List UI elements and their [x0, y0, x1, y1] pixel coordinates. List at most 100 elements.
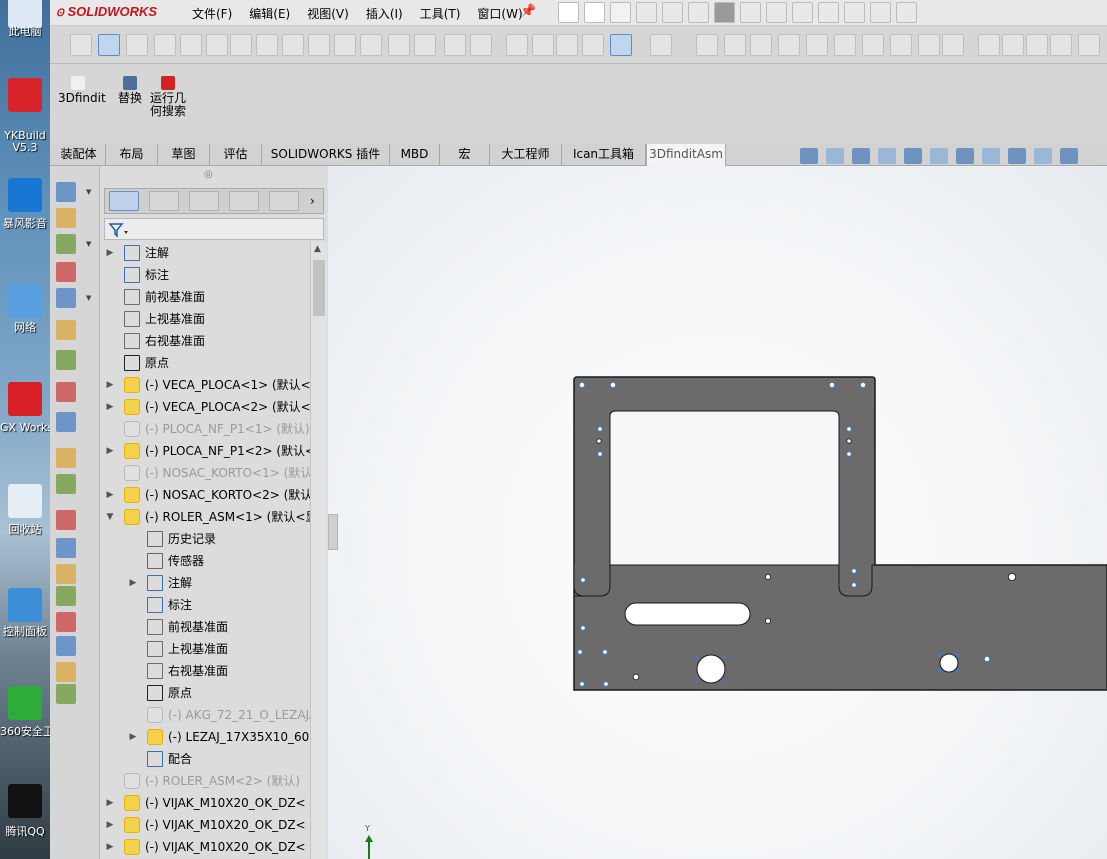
tab-2[interactable]: 布局: [106, 144, 158, 166]
hole[interactable]: [603, 681, 609, 687]
gear-icon[interactable]: [582, 34, 604, 56]
edit-icon[interactable]: [870, 2, 891, 23]
apply-scene-icon[interactable]: [1034, 148, 1052, 164]
hole[interactable]: [597, 426, 603, 432]
hole[interactable]: [851, 582, 857, 588]
command-icon[interactable]: [56, 474, 76, 494]
command-icon[interactable]: [56, 288, 76, 308]
menu-item[interactable]: 窗口(W): [477, 5, 522, 22]
smart-dimension-icon[interactable]: [98, 34, 120, 56]
hole[interactable]: [764, 573, 771, 580]
print-icon[interactable]: [662, 2, 683, 23]
hole[interactable]: [764, 617, 771, 624]
hole[interactable]: [632, 673, 640, 681]
command-icon[interactable]: [56, 262, 76, 282]
chevron-right-icon[interactable]: ▶: [105, 484, 115, 506]
command-icon[interactable]: [56, 662, 76, 682]
desktop-icon[interactable]: 此电脑: [0, 0, 50, 38]
hole[interactable]: [579, 681, 585, 687]
chevron-right-icon[interactable]: ▶: [105, 396, 115, 418]
hole[interactable]: [609, 381, 616, 388]
measure-icon[interactable]: [126, 34, 148, 56]
command-icon[interactable]: [56, 350, 76, 370]
command-icon[interactable]: [56, 510, 76, 530]
undo-icon[interactable]: [688, 2, 709, 23]
chevron-right-icon[interactable]: ▶: [128, 726, 138, 748]
box-icon[interactable]: [778, 34, 800, 56]
hole[interactable]: [846, 438, 852, 444]
section-view-icon[interactable]: [878, 148, 896, 164]
hole[interactable]: [580, 625, 586, 631]
command-icon[interactable]: [56, 564, 76, 584]
excel-icon[interactable]: [444, 34, 466, 56]
stop-icon[interactable]: [844, 2, 865, 23]
rebuild-all-icon[interactable]: [896, 2, 917, 23]
hole[interactable]: [597, 451, 603, 457]
tab-9[interactable]: Ican工具箱: [562, 144, 646, 166]
tools-icon[interactable]: [308, 34, 330, 56]
pen-icon[interactable]: [918, 34, 940, 56]
dynamic-annotation-icon[interactable]: [904, 148, 922, 164]
solidworks-logo[interactable]: Ꙩ SOLIDWORKS: [56, 4, 157, 19]
hole-large-2[interactable]: [939, 653, 959, 673]
panel-grip-icon[interactable]: ◎: [204, 169, 213, 180]
ribbon-button[interactable]: 替换: [110, 76, 150, 105]
chevron-right-icon[interactable]: ▶: [105, 836, 115, 858]
menu-item[interactable]: 编辑(E): [249, 5, 290, 22]
hide-show-icon[interactable]: [982, 148, 1000, 164]
hole[interactable]: [846, 426, 852, 432]
chevron-right-icon[interactable]: ▶: [105, 374, 115, 396]
tab-5[interactable]: SOLIDWORKS 插件: [262, 144, 390, 166]
property-manager-tab-icon[interactable]: [149, 191, 179, 211]
command-icon[interactable]: [56, 182, 76, 202]
hole[interactable]: [1008, 572, 1017, 581]
home-icon[interactable]: [558, 2, 579, 23]
select-icon[interactable]: [714, 2, 735, 23]
box-icon[interactable]: [724, 34, 746, 56]
tab-4[interactable]: 评估: [210, 144, 262, 166]
traffic-light-icon[interactable]: [740, 2, 761, 23]
tab-3[interactable]: 草图: [158, 144, 210, 166]
hole[interactable]: [846, 451, 852, 457]
desktop-icon[interactable]: 360安全卫: [0, 686, 50, 738]
panel-splitter[interactable]: [328, 514, 338, 550]
verify-icon[interactable]: [532, 34, 554, 56]
menu-item[interactable]: 插入(I): [366, 5, 403, 22]
view-orient-icon[interactable]: [610, 34, 632, 56]
dropdown-arrow-icon[interactable]: ▼: [86, 188, 91, 196]
desktop-icon[interactable]: 网络: [0, 284, 50, 334]
smart-fastener-icon[interactable]: [414, 34, 436, 56]
cube-icon[interactable]: [806, 34, 828, 56]
desktop-icon[interactable]: 暴风影音: [0, 178, 50, 230]
box-icon[interactable]: [650, 34, 672, 56]
hide-icon[interactable]: [206, 34, 228, 56]
chevron-right-icon[interactable]: ›: [310, 194, 315, 208]
tab-10[interactable]: 3DfinditAsm: [646, 144, 726, 166]
chevron-down-icon[interactable]: ▼: [105, 506, 115, 528]
scrollbar-thumb[interactable]: [313, 260, 325, 316]
interference-icon[interactable]: [256, 34, 278, 56]
hole[interactable]: [580, 577, 586, 583]
hole[interactable]: [828, 381, 835, 388]
cube-icon[interactable]: [834, 34, 856, 56]
desktop-icon[interactable]: 控制面板: [0, 588, 50, 638]
command-icon[interactable]: [56, 382, 76, 402]
command-icon[interactable]: [56, 586, 76, 606]
tab-7[interactable]: 宏: [440, 144, 490, 166]
display-manager-tab-icon[interactable]: [269, 191, 299, 211]
hole[interactable]: [577, 649, 583, 655]
command-icon[interactable]: [56, 208, 76, 228]
command-icon[interactable]: [56, 412, 76, 432]
hole[interactable]: [602, 649, 608, 655]
hole[interactable]: [984, 655, 991, 662]
feature-manager-tab-icon[interactable]: [109, 191, 139, 211]
tab-8[interactable]: 大工程师: [490, 144, 562, 166]
dim-xpert-tab-icon[interactable]: [229, 191, 259, 211]
stop-icon[interactable]: [978, 34, 1000, 56]
tree-filter-bar[interactable]: [104, 218, 324, 240]
explode-icon[interactable]: [470, 34, 492, 56]
chart-icon[interactable]: [506, 34, 528, 56]
desktop-icon[interactable]: YKBuild V5.3: [0, 78, 50, 154]
command-icon[interactable]: [56, 320, 76, 340]
desktop-icon[interactable]: 腾讯QQ: [0, 784, 50, 838]
